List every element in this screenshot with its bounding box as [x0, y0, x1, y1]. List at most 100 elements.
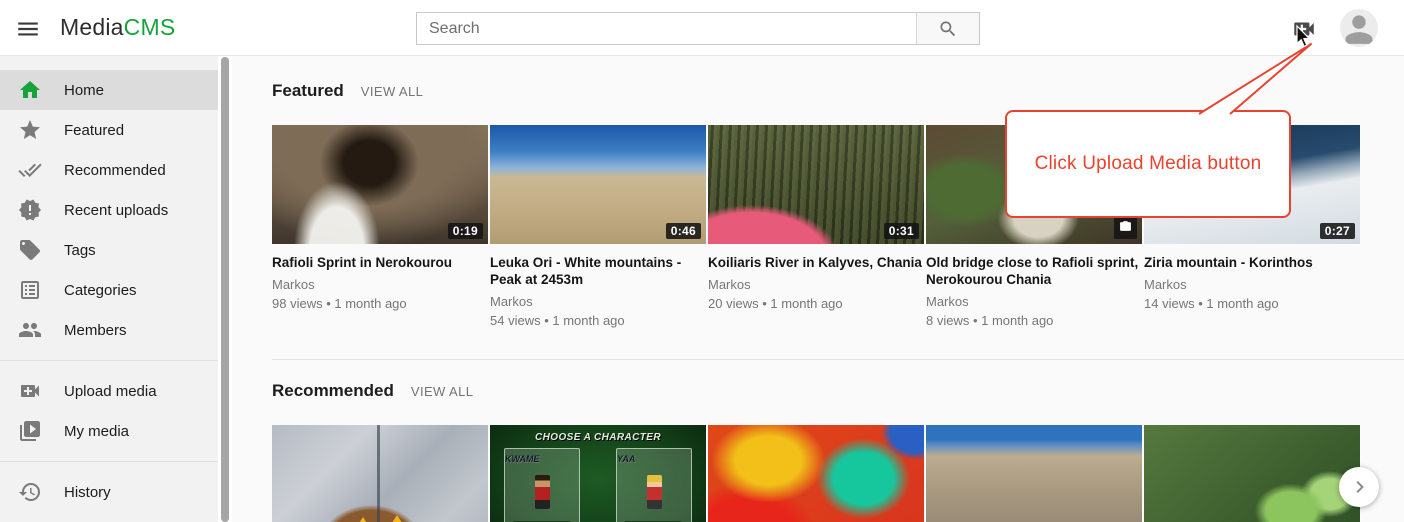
media-meta: 20 views • 1 month ago: [708, 294, 924, 313]
search-input[interactable]: [416, 12, 917, 45]
sidebar-item-label: Members: [64, 322, 127, 339]
game-character-sprite: [535, 475, 550, 509]
history-icon: [18, 480, 42, 504]
sidebar-item-label: My media: [64, 423, 129, 440]
duration-badge: 0:19: [448, 223, 483, 239]
media-card: CHOOSE A CHARACTER KWAME YAA Selected Se…: [490, 425, 706, 522]
media-thumbnail[interactable]: 0:31: [708, 125, 924, 244]
sidebar-item-history[interactable]: History: [0, 472, 218, 512]
media-title[interactable]: Koiliaris River in Kalyves, Chania: [708, 254, 924, 271]
media-meta: 98 views • 1 month ago: [272, 294, 488, 313]
game-thumb-title: CHOOSE A CHARACTER: [490, 432, 706, 443]
sidebar-divider: [0, 461, 218, 462]
media-author[interactable]: Markos: [272, 276, 488, 294]
home-icon: [18, 78, 42, 102]
upload-media-icon: [1291, 16, 1317, 42]
new-releases-icon: [18, 198, 42, 222]
duration-badge: 0:27: [1320, 223, 1355, 239]
media-card: 0:19 Rafioli Sprint in Nerokourou Markos…: [272, 125, 488, 330]
media-meta: 8 views • 1 month ago: [926, 311, 1142, 330]
media-title[interactable]: Rafioli Sprint in Nerokourou: [272, 254, 488, 271]
my-media-icon: [18, 419, 42, 443]
tag-icon: [18, 238, 42, 262]
game-character-name: YAA: [617, 454, 635, 464]
media-thumbnail[interactable]: [926, 425, 1142, 522]
star-icon: [18, 118, 42, 142]
media-card: [708, 425, 924, 522]
media-thumbnail[interactable]: [1144, 425, 1360, 522]
sidebar-item-categories[interactable]: Categories: [0, 270, 218, 310]
upload-media-button[interactable]: [1290, 16, 1318, 40]
scrollbar-track: [218, 56, 232, 522]
media-thumbnail[interactable]: 0:46: [490, 125, 706, 244]
media-title[interactable]: Ziria mountain - Korinthos: [1144, 254, 1360, 271]
sidebar-item-tags[interactable]: Tags: [0, 230, 218, 270]
logo-text-media: Media: [60, 14, 124, 40]
media-meta: 14 views • 1 month ago: [1144, 294, 1360, 313]
game-character-panel: YAA: [616, 448, 692, 522]
media-author[interactable]: Markos: [926, 293, 1142, 311]
sidebar-item-featured[interactable]: Featured: [0, 110, 218, 150]
featured-header: Featured VIEW ALL: [272, 81, 1404, 101]
section-title-featured: Featured: [272, 81, 344, 101]
media-author[interactable]: Markos: [708, 276, 924, 294]
person-icon: [1340, 9, 1378, 47]
annotation-callout: Click Upload Media button: [1005, 110, 1291, 218]
duration-badge: 0:46: [666, 223, 701, 239]
media-meta: 54 views • 1 month ago: [490, 311, 706, 330]
sidebar-item-label: Recent uploads: [64, 202, 168, 219]
section-title-recommended: Recommended: [272, 381, 394, 401]
members-icon: [18, 318, 42, 342]
sidebar: Home Featured Recommended Recent uploads…: [0, 56, 218, 522]
media-author[interactable]: Markos: [1144, 276, 1360, 294]
media-thumbnail[interactable]: CHOOSE A CHARACTER KWAME YAA Selected Se…: [490, 425, 706, 522]
hamburger-menu-icon[interactable]: [14, 16, 42, 40]
sidebar-item-my-media[interactable]: My media: [0, 411, 218, 451]
sidebar-item-members[interactable]: Members: [0, 310, 218, 350]
user-avatar[interactable]: [1340, 9, 1378, 47]
media-title[interactable]: Leuka Ori - White mountains - Peak at 24…: [490, 254, 706, 288]
chevron-right-icon: [1347, 475, 1371, 499]
media-thumbnail[interactable]: [708, 425, 924, 522]
media-card: [1144, 425, 1360, 522]
media-card: [272, 425, 488, 522]
media-thumbnail[interactable]: 0:19: [272, 125, 488, 244]
recommended-header: Recommended VIEW ALL: [272, 381, 1404, 401]
media-card: [926, 425, 1142, 522]
mediacms-app: MediaCMS Home Featured Recommended: [0, 0, 1404, 522]
sidebar-item-label: Featured: [64, 122, 124, 139]
search-icon: [938, 19, 958, 39]
media-title[interactable]: Old bridge close to Rafioli sprint, Nero…: [926, 254, 1142, 288]
game-character-panel: KWAME: [504, 448, 580, 522]
photo-camera-icon: [1114, 217, 1137, 239]
topbar: MediaCMS: [0, 0, 1404, 56]
scrollbar-thumb[interactable]: [221, 57, 229, 522]
sidebar-item-recent-uploads[interactable]: Recent uploads: [0, 190, 218, 230]
upload-media-icon: [18, 379, 42, 403]
game-character-name: KWAME: [505, 454, 540, 464]
featured-view-all-link[interactable]: VIEW ALL: [361, 84, 423, 99]
annotation-text: Click Upload Media button: [1035, 153, 1262, 175]
media-card: 0:46 Leuka Ori - White mountains - Peak …: [490, 125, 706, 330]
categories-icon: [18, 278, 42, 302]
game-character-sprite: [647, 475, 662, 509]
duration-badge: 0:31: [884, 223, 919, 239]
sidebar-item-home[interactable]: Home: [0, 70, 218, 110]
sidebar-item-label: Categories: [64, 282, 137, 299]
sidebar-item-label: Upload media: [64, 383, 157, 400]
pumpkin-eye: [390, 515, 404, 522]
media-author[interactable]: Markos: [490, 293, 706, 311]
search-button[interactable]: [916, 12, 980, 45]
sidebar-item-recommended[interactable]: Recommended: [0, 150, 218, 190]
sidebar-item-label: Tags: [64, 242, 96, 259]
sidebar-item-upload-media[interactable]: Upload media: [0, 371, 218, 411]
search-bar: [416, 12, 980, 45]
carousel-next-button[interactable]: [1339, 467, 1379, 507]
recommended-view-all-link[interactable]: VIEW ALL: [411, 384, 473, 399]
media-card: 0:31 Koiliaris River in Kalyves, Chania …: [708, 125, 924, 330]
sidebar-divider: [0, 360, 218, 361]
recommended-section: Recommended VIEW ALL CHOOSE A CHARACTER …: [272, 381, 1404, 522]
sidebar-item-label: History: [64, 484, 111, 501]
app-logo[interactable]: MediaCMS: [60, 14, 175, 41]
media-thumbnail[interactable]: [272, 425, 488, 522]
